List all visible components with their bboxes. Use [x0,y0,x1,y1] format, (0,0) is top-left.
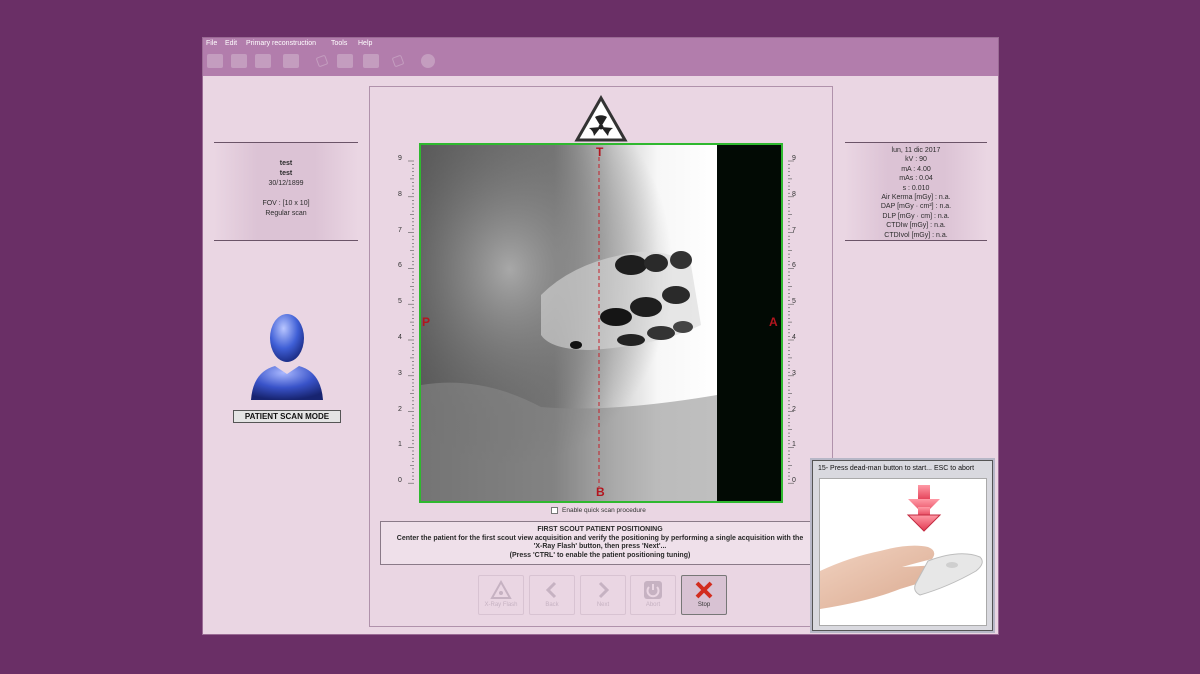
patient-scan-mode-label: PATIENT SCAN MODE [233,410,341,423]
menu-help[interactable]: Help [358,40,372,47]
orientation-right-label: A [769,315,778,329]
back-button[interactable]: Back [529,575,575,615]
xray-scout-image[interactable]: T B P A [419,143,783,503]
ruler-tick-label: 9 [792,155,796,162]
ruler-tick-label: 5 [792,298,796,306]
xray-flash-label: X-Ray Flash [484,602,518,608]
abort-label: Abort [645,602,661,608]
exam-date: lun, 11 dic 2017 [891,147,941,154]
ruler-tick-label: 2 [398,405,402,413]
ruler-tick-label: 0 [398,477,402,485]
measure-icon[interactable] [391,54,405,68]
menu-tools[interactable]: Tools [331,40,347,47]
copy-icon[interactable] [231,54,247,68]
stop-button[interactable]: Stop [681,575,727,615]
open-icon[interactable] [255,54,271,68]
instructions-line-1: Center the patient for the first scout v… [396,534,804,542]
instructions-line-2: 'X-Ray Flash' button, then press 'Next'.… [533,543,667,550]
chevron-left-icon [545,581,557,599]
instructions-line-3: (Press 'CTRL' to enable the patient posi… [509,551,691,559]
seconds-value: s : 0.010 [902,184,930,192]
ruler-tick-label: 8 [398,190,402,198]
dead-man-prompt-dialog: 15- Press dead-man button to start... ES… [812,460,993,631]
menu-edit[interactable]: Edit [225,40,237,47]
xray-flash-button[interactable]: X-Ray Flash [478,575,524,615]
ctdiw-value: CTDIw [mGy] : n.a. [886,222,946,230]
ruler-tick-label: 5 [398,298,402,306]
radiation-warning-icon [574,95,628,142]
next-label: Next [596,602,610,608]
tool-icon[interactable] [315,54,329,68]
ruler-tick-label: 3 [792,369,796,377]
dialog-title: 15- Press dead-man button to start... ES… [818,465,975,472]
back-label: Back [545,602,559,608]
ruler-tick-label: 4 [398,334,402,341]
ruler-tick-label: 6 [398,262,402,270]
ruler-tick-label: 0 [792,477,796,485]
ruler-tick-label: 8 [792,190,796,198]
abort-button[interactable]: Abort [630,575,676,615]
patient-surname: test [279,170,293,177]
ruler-ticks [788,160,794,484]
radiation-icon [490,580,512,599]
quick-scan-checkbox[interactable]: Enable quick scan procedure [551,507,646,514]
ruler-tick-label: 3 [398,369,402,377]
fov-value: FOV : [10 x 10] [262,200,310,207]
dap-value: DAP [mGy · cm²] : n.a. [880,203,952,211]
orientation-top-label: T [596,145,604,159]
ruler-tick-label: 6 [792,262,796,270]
new-icon[interactable] [207,54,223,68]
menu-file[interactable]: File [206,40,217,47]
air-kerma-value: Air Kerma [mGy] : n.a. [881,194,951,202]
close-icon [695,581,713,599]
power-icon [644,581,662,599]
ma-value: mA : 4.00 [901,165,931,173]
ruler-tick-label: 7 [792,226,796,234]
ctdivol-value: CTDIvol [mGy] : n.a. [884,231,948,239]
patient-info-panel: test test 30/12/1899 FOV : [10 x 10] Reg… [214,142,358,241]
menubar: File Edit Primary reconstruction Tools H… [203,38,998,76]
dialog-illustration [819,478,987,626]
ruler-tick-label: 4 [792,334,796,341]
ruler-tick-label: 1 [792,441,796,449]
ruler-tick-label: 1 [398,441,402,449]
orientation-left-label: P [422,315,431,329]
folder-icon[interactable] [283,54,299,68]
scan-type: Regular scan [265,210,307,217]
quick-scan-label: Enable quick scan procedure [562,507,646,514]
stop-label: Stop [697,602,711,608]
ruler-ticks [408,160,414,484]
ruler-tick-label: 9 [398,155,402,162]
instructions-title: FIRST SCOUT PATIENT POSITIONING [537,526,663,533]
ruler-tick-label: 7 [398,226,402,234]
checkbox-icon[interactable] [551,507,558,514]
print-icon[interactable] [337,54,353,68]
kv-value: kV : 90 [905,156,927,164]
chevron-right-icon [598,581,610,599]
patient-birth-date: 30/12/1899 [268,180,304,187]
exposure-info-panel: lun, 11 dic 2017 kV : 90 mA : 4.00 mAs :… [845,142,987,241]
ruler-left: 9 8 7 6 5 4 3 2 1 0 [388,145,418,501]
mas-value: mAs : 0.04 [899,175,933,183]
orientation-bottom-label: B [596,485,605,499]
next-button[interactable]: Next [580,575,626,615]
instructions-box: FIRST SCOUT PATIENT POSITIONING Center t… [380,521,820,565]
xray-image [421,145,781,501]
patient-avatar-icon [251,314,323,400]
scout-view-panel: 9876543210 9876543210 T B P A Enable qui… [369,86,833,627]
ruler-right: 9 8 7 6 5 4 3 2 1 0 [784,145,814,501]
hand-pressing-button-icon [820,479,986,625]
dlp-value: DLP [mGy · cm] : n.a. [882,212,950,220]
save-icon[interactable] [363,54,379,68]
menu-primary-reconstruction[interactable]: Primary reconstruction [246,40,316,47]
settings-icon[interactable] [421,54,435,68]
ruler-tick-label: 2 [792,405,796,413]
patient-name: test [279,160,293,167]
